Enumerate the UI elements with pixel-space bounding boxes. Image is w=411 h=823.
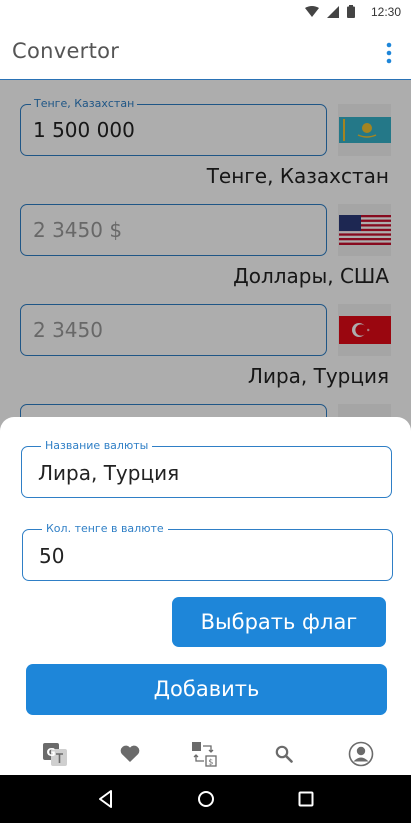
svg-text:G: G [47, 746, 56, 759]
choose-flag-button[interactable]: Выбрать флаг [172, 597, 386, 647]
heart-icon[interactable] [116, 740, 144, 768]
currency-name-label: Название валюты [41, 439, 153, 452]
back-icon[interactable] [94, 787, 118, 811]
translate-icon[interactable]: G [41, 740, 69, 768]
bottom-nav: G $ [0, 730, 411, 780]
currency-name-field[interactable]: Название валюты Лира, Турция [21, 439, 392, 498]
recents-icon[interactable] [294, 787, 318, 811]
status-time: 12:30 [370, 5, 401, 19]
overflow-menu-icon[interactable] [385, 42, 393, 64]
app-title: Convertor [12, 39, 120, 63]
rate-field[interactable]: Кол. тенге в валюте 50 [22, 522, 393, 581]
wifi-icon [305, 5, 319, 17]
rate-value: 50 [39, 544, 65, 568]
svg-text:$: $ [208, 758, 213, 767]
add-currency-sheet: Название валюты Лира, Турция Кол. тенге … [0, 417, 411, 780]
currency-name-value: Лира, Турция [38, 461, 180, 485]
status-bar: 12:30 [0, 0, 411, 24]
exchange-icon[interactable]: $ [190, 740, 218, 768]
battery-icon [347, 5, 355, 18]
app-bar: Convertor [0, 24, 411, 80]
search-icon[interactable] [270, 740, 298, 768]
account-icon[interactable] [347, 740, 375, 768]
system-nav-bar [0, 775, 411, 823]
rate-label: Кол. тенге в валюте [42, 522, 168, 535]
add-button[interactable]: Добавить [26, 664, 387, 715]
status-icons [305, 5, 355, 18]
signal-icon [327, 5, 339, 18]
home-icon[interactable] [194, 787, 218, 811]
